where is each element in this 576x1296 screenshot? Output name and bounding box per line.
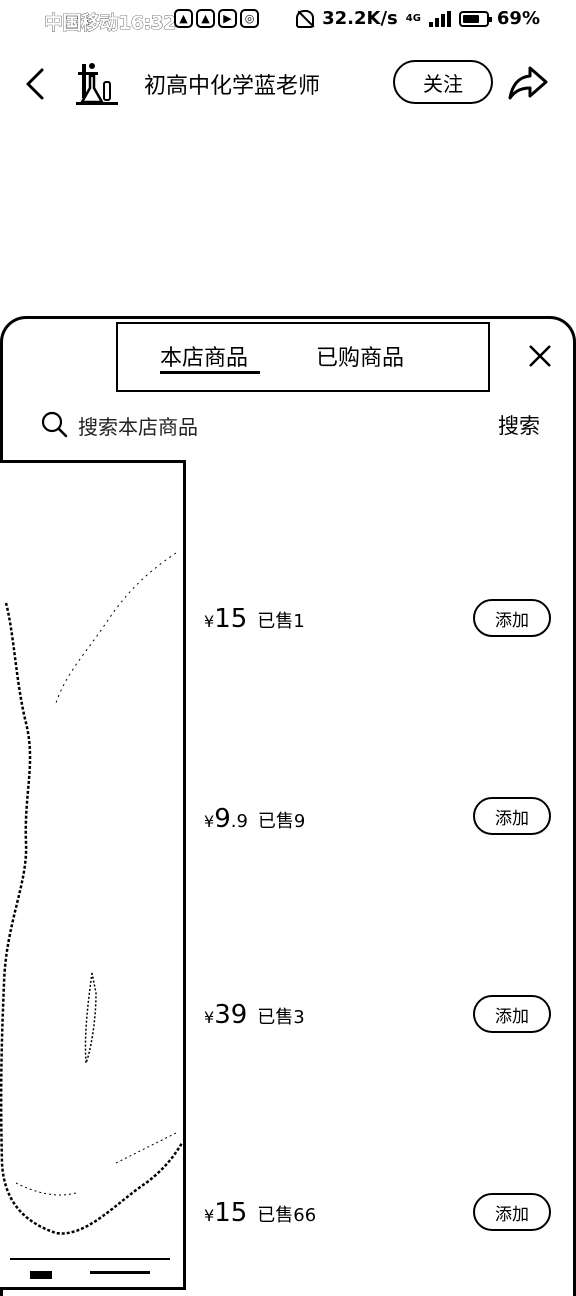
network-speed: 32.2K/s: [322, 8, 398, 29]
app-notification-icon: ◎: [240, 9, 259, 28]
share-icon: [508, 66, 548, 100]
shop-name: 初高中化学蓝老师: [144, 74, 321, 99]
add-button[interactable]: 添加: [473, 1193, 551, 1231]
sold-count: 已售3: [257, 1007, 305, 1028]
tab-store-products[interactable]: 本店商品: [160, 340, 248, 372]
price-decimal: .9: [230, 811, 248, 832]
chemistry-flask-icon: [76, 63, 118, 105]
product-price: ¥15 已售1: [204, 604, 305, 634]
sold-count: 已售1: [257, 611, 305, 632]
chevron-left-icon: [26, 68, 44, 100]
search-input[interactable]: 搜索本店商品: [78, 411, 198, 440]
product-image[interactable]: [0, 460, 186, 1290]
add-button[interactable]: 添加: [473, 995, 551, 1033]
currency-symbol: ¥: [204, 812, 215, 831]
status-bar: 中国移动16:32 ▲ ▲ ▶ ◎ 32.2K/s 4G 69%: [0, 0, 576, 40]
price-integer: 9: [214, 804, 231, 834]
battery-icon: [458, 10, 492, 27]
video-notification-icon: ▶: [218, 9, 237, 28]
search-button[interactable]: 搜索: [498, 410, 540, 440]
sold-count: 已售9: [257, 811, 306, 832]
product-price: ¥9.9 已售9: [204, 804, 305, 834]
price-integer: 39: [214, 1000, 248, 1030]
share-button[interactable]: [506, 62, 550, 102]
tab-purchased-products[interactable]: 已购商品: [316, 340, 404, 372]
currency-symbol: ¥: [204, 1206, 215, 1225]
map-illustration: [0, 552, 183, 1279]
sold-count: 已售66: [257, 1205, 317, 1226]
network-type: 4G: [405, 12, 421, 24]
product-price: ¥15 已售66: [204, 1198, 316, 1228]
signal-icon: [428, 10, 451, 27]
app-notification-icon: ▲: [174, 9, 193, 28]
currency-symbol: ¥: [204, 612, 215, 631]
price-integer: 15: [214, 1198, 248, 1228]
add-button[interactable]: 添加: [473, 599, 551, 637]
price-integer: 15: [214, 604, 248, 634]
active-tab-indicator: [160, 371, 260, 374]
close-icon: [529, 345, 551, 367]
product-price: ¥39 已售3: [204, 1000, 305, 1030]
notification-icons: ▲ ▲ ▶ ◎: [174, 9, 259, 28]
search-icon: [40, 410, 68, 438]
battery-level: 69%: [496, 8, 540, 29]
app-notification-icon: ▲: [196, 9, 215, 28]
system-indicators: 32.2K/s 4G 69%: [296, 8, 540, 29]
add-button[interactable]: 添加: [473, 797, 551, 835]
follow-button[interactable]: 关注: [393, 60, 493, 104]
currency-symbol: ¥: [204, 1008, 215, 1027]
back-button[interactable]: [20, 64, 52, 104]
close-button[interactable]: [524, 340, 556, 372]
shop-avatar[interactable]: [72, 58, 122, 108]
carrier-time: 中国移动16:32: [44, 12, 177, 35]
mute-icon: [296, 9, 315, 28]
